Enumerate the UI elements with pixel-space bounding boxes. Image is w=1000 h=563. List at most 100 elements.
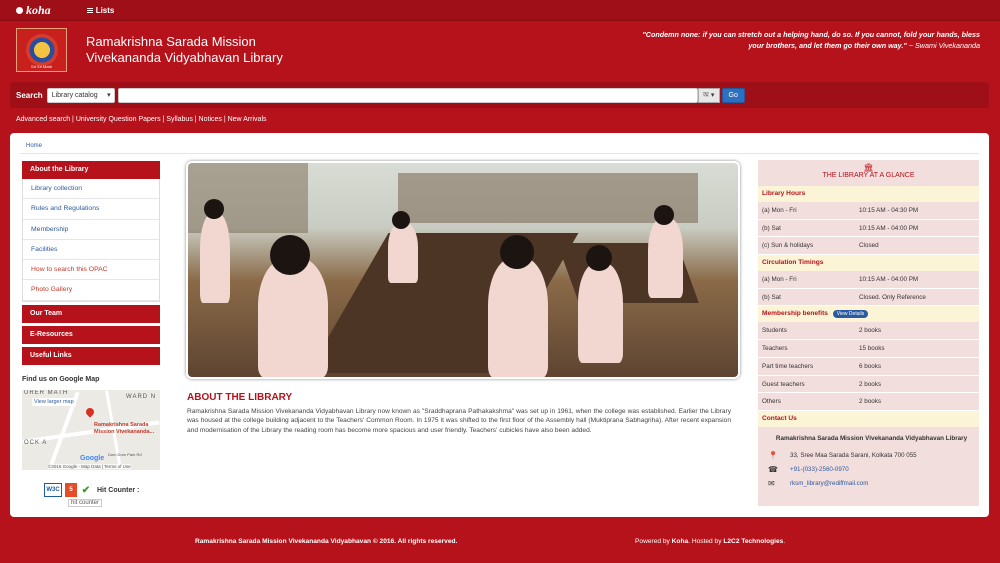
email-link[interactable]: rksm_library@rediffmail.com — [790, 480, 868, 487]
syllabus-link[interactable]: Syllabus — [166, 116, 192, 123]
library-glance-panel: 🏛 THE LIBRARY AT A GLANCE Library Hours … — [758, 160, 979, 506]
hit-counter-label: Hit Counter : — [97, 486, 140, 494]
hours-row: (b) Sat 10:15 AM - 04:00 PM — [758, 220, 979, 238]
student — [488, 258, 548, 377]
koha-logo[interactable]: koha — [16, 3, 51, 18]
search-bar: Search Library catalog অ ▾ Go — [10, 82, 989, 108]
koha-logo-icon — [16, 6, 23, 14]
search-type-select[interactable]: Library catalog — [46, 87, 115, 103]
go-button[interactable]: Go — [721, 87, 745, 103]
map-road-label: Dum Dum Park Rd — [108, 452, 142, 457]
contact-phone: ☎ +91-(033)-2560-0970 — [768, 463, 975, 477]
envelope-icon: ✉ — [768, 479, 775, 489]
breadcrumb-home[interactable]: Home — [26, 143, 42, 149]
circulation-row: (b) Sat Closed. Only Reference — [758, 289, 979, 307]
w3c-badge-icon[interactable]: W3C — [44, 483, 62, 497]
student-hair — [654, 205, 674, 225]
view-larger-map-link[interactable]: View larger map — [32, 398, 76, 406]
circulation-timings-head: Circulation Timings — [758, 255, 979, 272]
student-hair — [586, 245, 612, 271]
google-map[interactable]: URER MATH WARD N OCK A View larger map R… — [22, 390, 160, 470]
phone-icon: ☎ — [768, 465, 778, 475]
student-hair — [270, 235, 310, 275]
contact-email: ✉ rksm_library@rediffmail.com — [768, 477, 975, 491]
membership-row: Part time teachers 6 books — [758, 358, 979, 376]
about-text: Ramakrishna Sarada Mission Vivekananda V… — [187, 408, 731, 434]
contact-us-head: Contact Us — [758, 410, 979, 427]
map-pin-icon — [84, 406, 96, 418]
view-details-button[interactable]: View Details — [832, 310, 869, 319]
google-logo: Google — [80, 455, 105, 462]
emblem-icon — [25, 34, 58, 66]
koha-link[interactable]: Koha — [672, 538, 688, 545]
contact-name: Ramakrishna Sarada Mission Vivekananda V… — [775, 434, 968, 442]
map-label: OCK A — [24, 440, 48, 446]
menu-icon — [86, 7, 93, 13]
student — [200, 213, 230, 303]
keyboard-language-button[interactable]: অ ▾ — [697, 87, 720, 103]
hours-row: (a) Mon - Fri 10:15 AM - 04:30 PM — [758, 202, 979, 220]
html5-badge-icon[interactable]: 5 — [65, 483, 77, 497]
student — [578, 263, 623, 363]
new-arrivals-link[interactable]: New Arrivals — [228, 116, 267, 123]
advanced-search-link[interactable]: Advanced search — [16, 116, 70, 123]
map-place-label: Ramakrishna Sarada Mission Vivekananda..… — [94, 422, 155, 435]
membership-benefits-head: Membership benefits View Details — [758, 306, 979, 323]
student-hair — [204, 199, 224, 219]
validation-badges: W3C 5 ✔ Hit Counter : — [44, 483, 139, 497]
membership-row: Others 2 books — [758, 393, 979, 411]
header-quote: "Condemn none: if you can stretch out a … — [642, 30, 980, 50]
notices-link[interactable]: Notices — [199, 116, 222, 123]
sidebar-about-head[interactable]: About the Library — [22, 161, 160, 179]
map-title: Find us on Google Map — [22, 376, 100, 383]
sidebar-item-collection[interactable]: Library collection — [23, 179, 159, 200]
top-navbar: koha Lists — [0, 0, 1000, 21]
search-input[interactable] — [117, 87, 698, 103]
map-footer: ©2016 Google - Map Data | Terms of Use — [48, 464, 131, 469]
contact-address: 📍 33, Sree Maa Sarada Sarani, Kolkata 700… — [768, 451, 917, 461]
site-header: Sri Sri Math Ramakrishna Sarada Mission … — [0, 22, 1000, 78]
lists-menu-button[interactable]: Lists — [86, 6, 114, 15]
sidebar-item-rules[interactable]: Rules and Regulations — [23, 199, 159, 220]
map-marker-icon: 📍 — [768, 451, 778, 461]
student — [258, 258, 328, 377]
sidebar-item-membership[interactable]: Membership — [23, 220, 159, 240]
hours-row: (c) Sun & holidays Closed — [758, 237, 979, 256]
membership-row: Teachers 15 books — [758, 340, 979, 358]
host-link[interactable]: L2C2 Technologies — [723, 538, 783, 545]
footer-copyright: Ramakrishna Sarada Mission Vivekananda V… — [195, 538, 458, 545]
sidebar-team-head[interactable]: Our Team — [22, 304, 160, 323]
breadcrumb-divider — [20, 153, 979, 154]
hit-counter-image: hit counter — [68, 499, 103, 507]
contact-box: Ramakrishna Sarada Mission Vivekananda V… — [758, 426, 979, 491]
sidebar-item-facilities[interactable]: Facilities — [23, 240, 159, 261]
about-title: ABOUT THE LIBRARY — [187, 392, 293, 403]
checkmark-icon: ✔ — [81, 484, 91, 496]
membership-row: Students 2 books — [758, 322, 979, 341]
student-hair — [392, 211, 410, 229]
phone-link[interactable]: +91-(033)-2560-0970 — [790, 466, 849, 473]
sidebar-item-how-to-search[interactable]: How to search this OPAC — [23, 260, 159, 281]
student-hair — [500, 235, 534, 269]
membership-row: Guest teachers 2 books — [758, 376, 979, 394]
question-papers-link[interactable]: University Question Papers — [76, 116, 161, 123]
bookshelf — [398, 173, 698, 223]
circulation-row: (a) Mon - Fri 10:15 AM - 04:00 PM — [758, 271, 979, 289]
sidebar-about-list: Library collection Rules and Regulations… — [22, 179, 160, 302]
library-photo — [186, 161, 740, 379]
main-content: Home About the Library Library collectio… — [10, 133, 989, 517]
sidebar-eresources-head[interactable]: E-Resources — [22, 325, 160, 344]
search-label: Search — [16, 90, 43, 100]
sidebar-item-photo-gallery[interactable]: Photo Gallery — [23, 280, 159, 301]
sidebar-useful-links-head[interactable]: Useful Links — [22, 346, 160, 365]
library-name: Ramakrishna Sarada Mission Vivekananda V… — [86, 34, 283, 65]
student — [388, 223, 418, 283]
glance-header: 🏛 THE LIBRARY AT A GLANCE — [758, 160, 979, 186]
student — [648, 218, 683, 298]
map-label: URER MATH — [24, 390, 69, 396]
footer-powered: Powered by Koha. Hosted by L2C2 Technolo… — [635, 538, 786, 545]
library-building-icon: 🏛 — [863, 163, 874, 172]
map-label: WARD N — [126, 394, 157, 400]
library-hours-head: Library Hours — [758, 186, 979, 202]
quick-links: Advanced search | University Question Pa… — [16, 116, 267, 123]
